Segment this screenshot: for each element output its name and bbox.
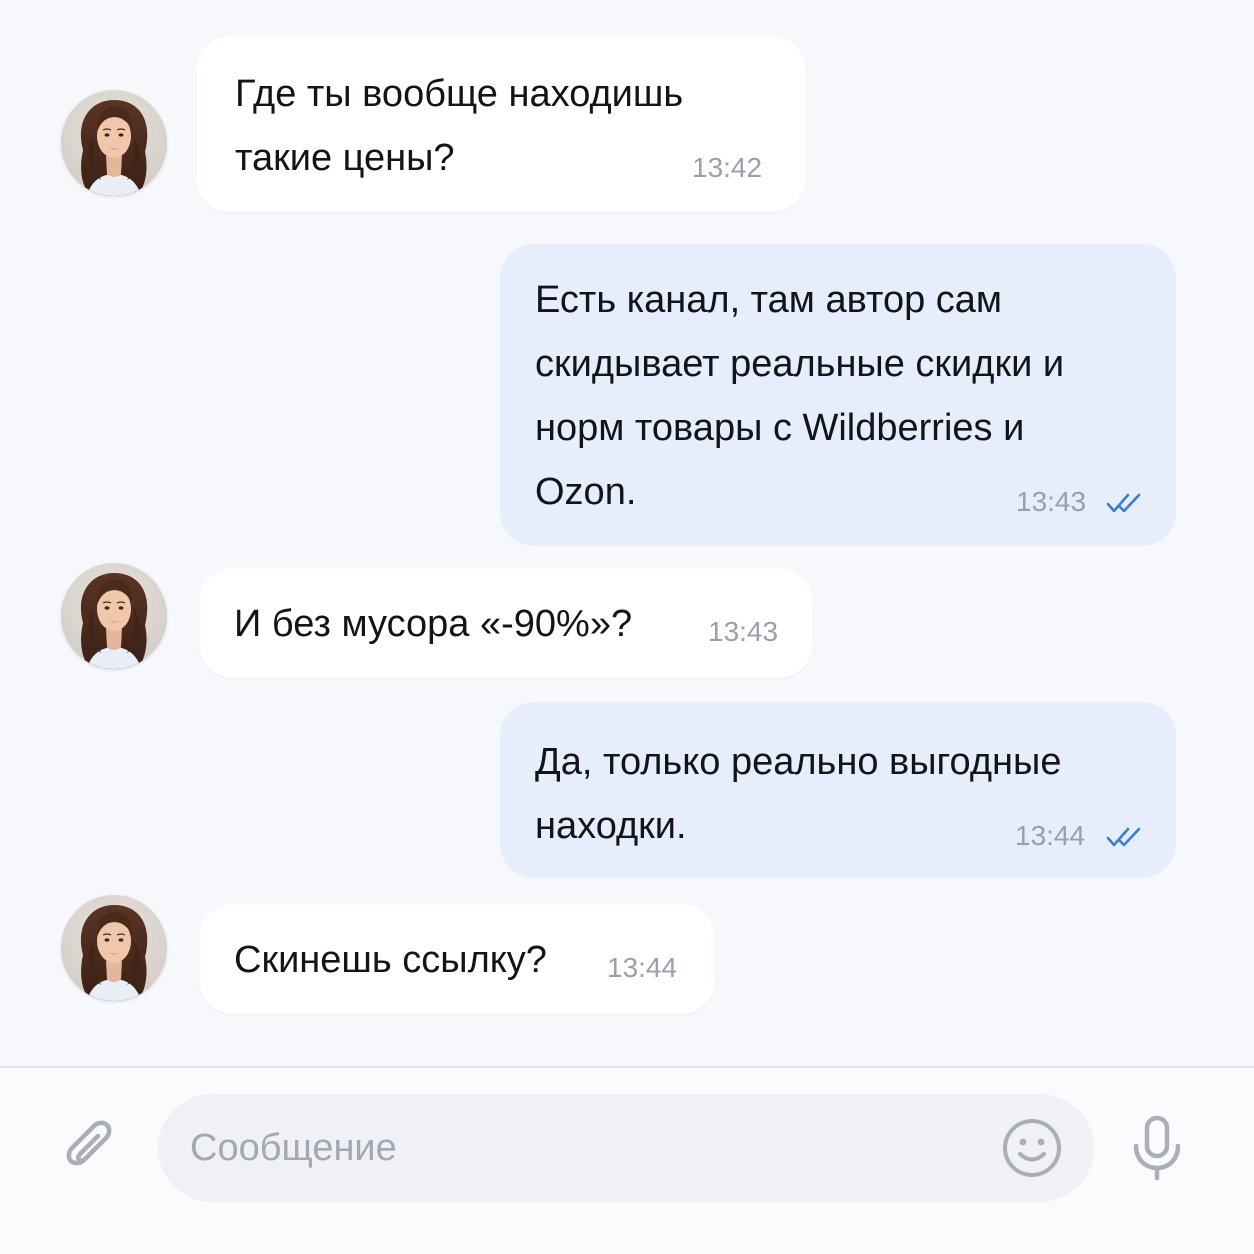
- message-text-line: норм товары с Wildberries и: [535, 407, 1025, 449]
- message-input-container[interactable]: [158, 1094, 1094, 1202]
- message-text-line: Да, только реально выгодные: [535, 741, 1062, 783]
- microphone-icon[interactable]: [1126, 1114, 1188, 1184]
- double-check-icon: [1106, 826, 1146, 848]
- message-text-line: Где ты вообще находишь: [235, 73, 684, 115]
- woman-avatar-icon: [61, 895, 167, 1001]
- message-timestamp: 13:44: [607, 952, 678, 983]
- outgoing-message-bubble[interactable]: Да, только реально выгодные находки. 13:…: [500, 702, 1176, 878]
- contact-avatar[interactable]: [61, 563, 167, 669]
- outgoing-message-bubble[interactable]: Есть канал, там автор сам скидывает реал…: [500, 244, 1176, 546]
- message-text-line: Есть канал, там автор сам: [535, 279, 1003, 321]
- contact-avatar[interactable]: [61, 90, 167, 196]
- smiley-icon[interactable]: [1000, 1116, 1064, 1180]
- message-text-line: такие цены?: [235, 137, 455, 179]
- woman-avatar-icon: [61, 90, 167, 196]
- message-text-line: скидывает реальные скидки и: [535, 343, 1065, 385]
- incoming-message-bubble[interactable]: Скинешь ссылку? 13:44: [199, 904, 715, 1014]
- message-input[interactable]: [190, 1094, 970, 1202]
- double-check-icon: [1106, 492, 1146, 514]
- incoming-message-bubble[interactable]: И без мусора «-90%»? 13:43: [199, 568, 813, 678]
- message-timestamp: 13:44: [1015, 820, 1086, 851]
- message-text-line: Скинешь ссылку?: [234, 939, 547, 981]
- message-text-line: Ozon.: [535, 471, 637, 513]
- woman-avatar-icon: [61, 563, 167, 669]
- message-text-line: И без мусора «-90%»?: [234, 603, 633, 645]
- paperclip-icon[interactable]: [60, 1118, 122, 1180]
- message-timestamp: 13:43: [708, 616, 779, 647]
- message-timestamp: 13:43: [1016, 486, 1087, 517]
- message-text-line: находки.: [535, 805, 687, 847]
- contact-avatar[interactable]: [61, 895, 167, 1001]
- incoming-message-bubble[interactable]: Где ты вообще находишь такие цены? 13:42: [196, 36, 806, 212]
- message-timestamp: 13:42: [692, 152, 763, 183]
- chat-history[interactable]: Где ты вообще находишь такие цены? 13:42…: [0, 0, 1254, 1066]
